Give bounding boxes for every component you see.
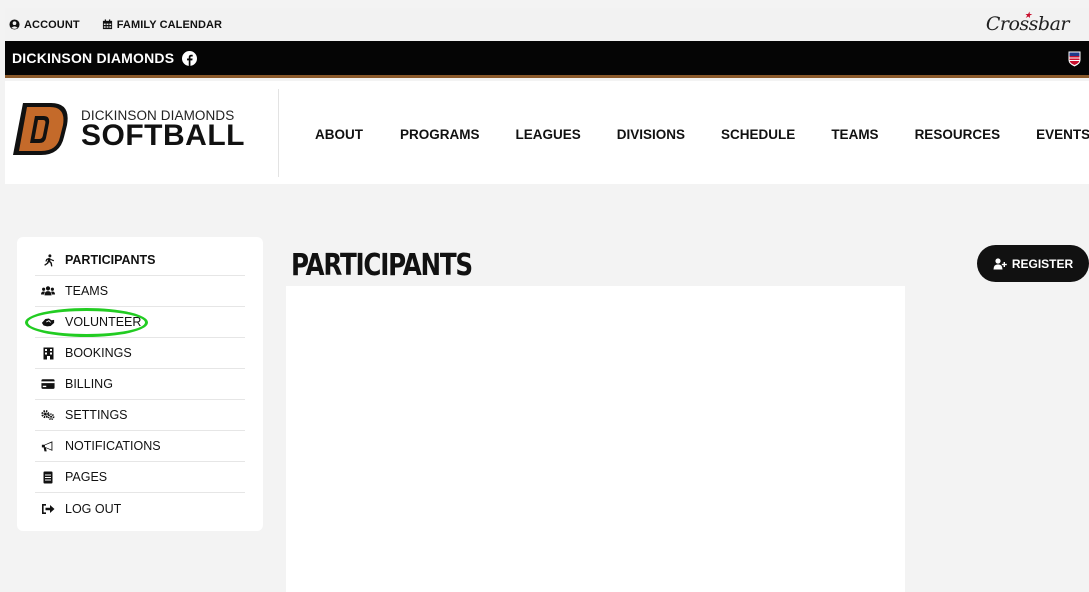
handshake-icon [41,315,55,329]
sidebar-item-label: PAGES [65,470,108,484]
megaphone-icon [41,439,55,453]
participants-panel [286,286,905,592]
sidebar-item-label: NOTIFICATIONS [65,439,161,453]
users-icon [41,284,55,298]
family-calendar-link[interactable]: FAMILY CALENDAR [102,19,222,31]
building-icon [41,346,55,360]
running-icon [41,253,55,267]
logo-text: DICKINSON DIAMONDS SOFTBALL [81,108,245,152]
sidebar-item-log-out[interactable]: LOG OUT [35,493,245,524]
account-link[interactable]: ACCOUNT [9,19,80,31]
crossbar-logo[interactable]: Crossbar ★ [986,11,1070,35]
register-button[interactable]: REGISTER [977,245,1089,282]
sidebar-item-label: TEAMS [65,284,109,298]
nav-schedule[interactable]: SCHEDULE [721,127,795,142]
site-header: DICKINSON DIAMONDS SOFTBALL ABOUT PROGRA… [5,81,1089,184]
sidebar-item-label: LOG OUT [65,501,122,516]
file-icon [41,470,55,484]
nav-teams[interactable]: TEAMS [831,127,878,142]
org-name[interactable]: DICKINSON DIAMONDS [12,50,174,66]
sidebar-item-bookings[interactable]: BOOKINGS [35,338,245,369]
sidebar-item-label: PARTICIPANTS [65,253,156,267]
facebook-icon[interactable] [182,50,198,66]
logo-title: SOFTBALL [81,119,245,152]
org-bar: DICKINSON DIAMONDS [5,41,1089,78]
diamonds-d-logo-icon [13,103,68,155]
user-circle-icon [9,19,20,30]
sidebar-item-billing[interactable]: BILLING [35,369,245,400]
account-label: ACCOUNT [24,18,80,31]
sidebar-item-participants[interactable]: PARTICIPANTS [35,245,245,276]
site-logo[interactable]: DICKINSON DIAMONDS SOFTBALL [13,101,245,157]
main-nav: ABOUT PROGRAMS LEAGUES DIVISIONS SCHEDUL… [315,127,1089,142]
credit-card-icon [41,377,55,391]
account-sidebar: PARTICIPANTS TEAMS VOLUNTEER BOOKINGS BI… [17,237,263,531]
nav-leagues[interactable]: LEAGUES [516,127,581,142]
sidebar-item-teams[interactable]: TEAMS [35,276,245,307]
header-divider [278,89,279,177]
sidebar-item-settings[interactable]: SETTINGS [35,400,245,431]
sidebar-item-label: BOOKINGS [65,346,132,360]
gears-icon [41,408,55,422]
register-label: REGISTER [1011,256,1074,271]
sign-out-icon [41,502,55,516]
sidebar-item-volunteer[interactable]: VOLUNTEER [35,307,245,338]
sidebar-item-label: BILLING [65,377,113,391]
page: ACCOUNT FAMILY CALENDAR Crossbar ★ DICKI… [5,8,1089,592]
nav-divisions[interactable]: DIVISIONS [617,127,685,142]
calendar-icon [102,19,112,30]
nav-resources[interactable]: RESOURCES [915,127,1001,142]
sidebar-item-label: VOLUNTEER [65,315,142,329]
page-title: PARTICIPANTS [291,248,473,283]
sidebar-item-notifications[interactable]: NOTIFICATIONS [35,431,245,462]
utility-bar: ACCOUNT FAMILY CALENDAR Crossbar ★ [5,8,1089,41]
sidebar-item-pages[interactable]: PAGES [35,462,245,493]
family-calendar-label: FAMILY CALENDAR [116,18,223,31]
user-plus-icon [993,257,1007,269]
usa-softball-shield-icon[interactable] [1068,51,1081,72]
star-icon: ★ [1023,11,1032,21]
sidebar-item-label: SETTINGS [65,408,128,422]
nav-programs[interactable]: PROGRAMS [400,127,480,142]
nav-about[interactable]: ABOUT [315,127,363,142]
nav-events[interactable]: EVENTS [1036,127,1089,142]
